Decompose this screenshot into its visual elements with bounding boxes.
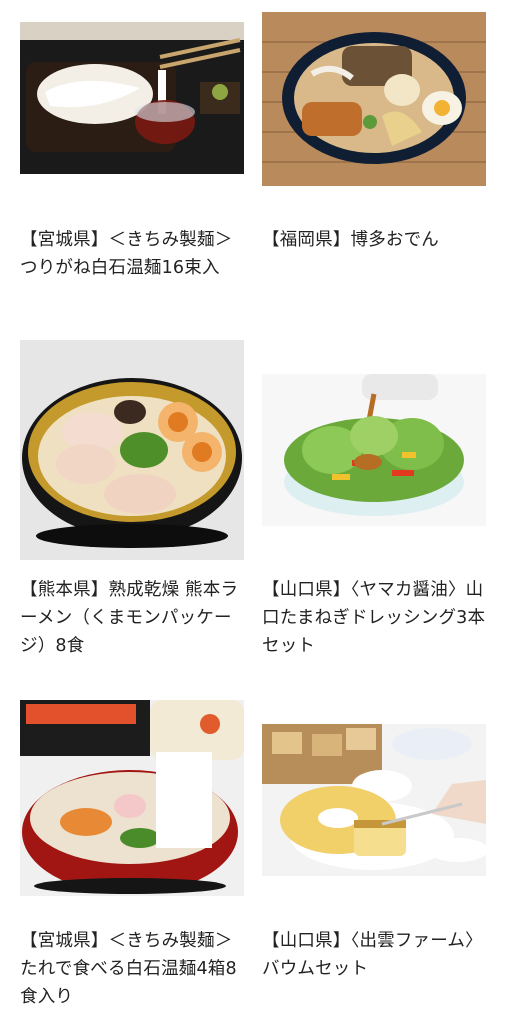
product-image[interactable] [262, 374, 486, 526]
product-title[interactable]: 【宮城県】＜きちみ製麺＞たれで食べる白石温麺4箱8食入り [20, 927, 244, 1011]
product-title[interactable]: 【宮城県】＜きちみ製麺＞つりがね白石温麺16束入 [20, 226, 244, 282]
product-image[interactable] [20, 340, 244, 560]
product-title[interactable]: 【熊本県】熟成乾燥 熊本ラーメン（くまモンパッケージ）8食 [20, 576, 244, 660]
product-image[interactable] [262, 724, 486, 876]
product-title[interactable]: 【福岡県】博多おでん [262, 226, 486, 254]
product-image[interactable] [262, 12, 486, 186]
product-title[interactable]: 【山口県】〈出雲ファーム〉バウムセット [262, 927, 486, 983]
product-title[interactable]: 【山口県】〈ヤマカ醤油〉山口たまねぎドレッシング3本セット [262, 576, 486, 660]
product-image[interactable] [20, 700, 244, 896]
product-image[interactable] [20, 22, 244, 174]
product-grid: 【宮城県】＜きちみ製麺＞つりがね白石温麺16束入 【福岡県】博多おでん 【熊本県… [0, 0, 505, 1024]
